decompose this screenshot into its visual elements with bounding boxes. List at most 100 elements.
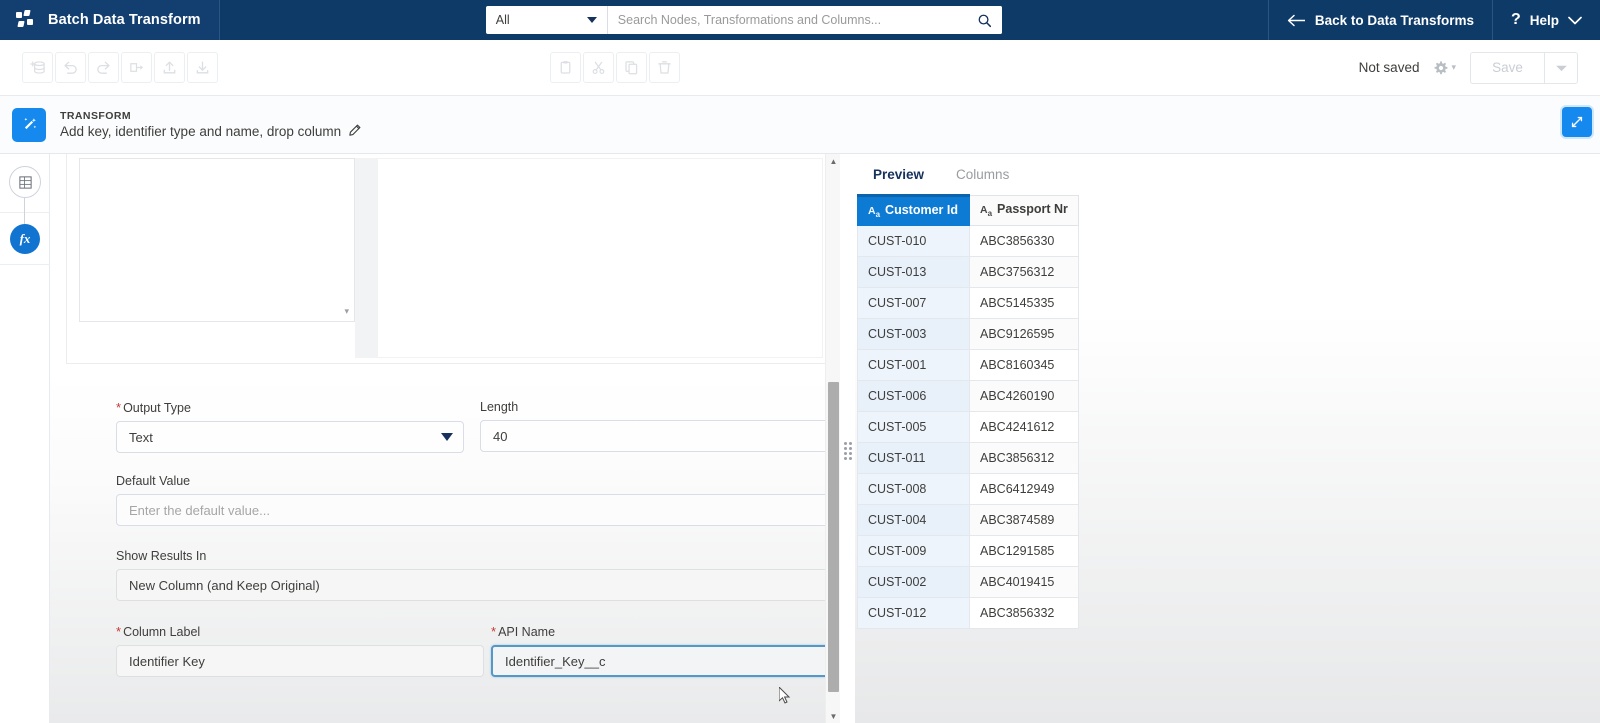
cell-passport-nr: ABC5145335 [969, 287, 1079, 319]
table-row[interactable]: CUST-003 ABC9126595 [857, 318, 1079, 350]
default-value-field: Default Value Enter the default value... [116, 474, 840, 526]
length-input[interactable]: 40 [480, 420, 840, 452]
pencil-icon[interactable] [348, 124, 361, 140]
cell-customer-id: CUST-007 [857, 287, 970, 319]
cell-customer-id: CUST-008 [857, 473, 970, 505]
add-data-source-button[interactable] [22, 52, 53, 83]
output-type-field: * Output Type Text [116, 400, 464, 453]
table-row[interactable]: CUST-001 ABC8160345 [857, 349, 1079, 381]
pane-resize-handle[interactable] [843, 440, 853, 462]
expand-diagonal-icon [1571, 116, 1583, 128]
toolbar-left-group [22, 52, 218, 83]
preview-table-header: Aa Customer Id Aa Passport Nr [857, 194, 1079, 226]
cut-button[interactable] [583, 52, 614, 83]
column-header-customer-id[interactable]: Aa Customer Id [857, 194, 970, 226]
search-input[interactable] [607, 6, 968, 34]
save-status-text: Not saved [1358, 60, 1420, 75]
tab-columns[interactable]: Columns [944, 154, 1021, 194]
table-row[interactable]: CUST-005 ABC4241612 [857, 411, 1079, 443]
output-type-label-text: Output Type [123, 401, 191, 415]
preview-tabs: Preview Columns [855, 154, 1600, 194]
table-row[interactable]: CUST-010 ABC3856330 [857, 225, 1079, 257]
table-row[interactable]: CUST-007 ABC5145335 [857, 287, 1079, 319]
column-label-label: * Column Label [116, 624, 484, 639]
help-menu-button[interactable]: ? Help [1493, 0, 1600, 40]
scrollbar-thumb[interactable] [828, 382, 839, 692]
expand-panel-button[interactable] [1562, 107, 1592, 137]
text-type-icon: Aa [868, 204, 881, 220]
scroll-up-arrow-icon[interactable]: ▲ [826, 154, 840, 168]
show-results-in-select[interactable]: New Column (and Keep Original) [116, 569, 840, 601]
nav-right-group: Back to Data Transforms ? Help [1267, 0, 1600, 40]
app-brand[interactable]: Batch Data Transform [0, 0, 220, 40]
length-value: 40 [493, 428, 508, 444]
cell-passport-nr: ABC3856332 [969, 597, 1079, 629]
tab-preview[interactable]: Preview [861, 154, 936, 194]
trash-icon [658, 61, 671, 74]
question-mark-icon: ? [1510, 11, 1521, 28]
table-row[interactable]: CUST-008 ABC6412949 [857, 473, 1079, 505]
save-button[interactable]: Save [1470, 51, 1544, 84]
default-value-placeholder: Enter the default value... [129, 502, 270, 518]
magic-wand-transform-icon [12, 107, 46, 142]
copy-button[interactable] [616, 52, 647, 83]
scroll-down-arrow-icon[interactable]: ▼ [826, 709, 840, 723]
scissors-icon [592, 61, 605, 74]
global-search: All [485, 6, 1002, 34]
table-row[interactable]: CUST-006 ABC4260190 [857, 380, 1079, 412]
search-icon [978, 14, 992, 27]
table-row[interactable]: CUST-012 ABC3856332 [857, 597, 1079, 629]
cell-customer-id: CUST-001 [857, 349, 970, 381]
cell-customer-id: CUST-011 [857, 442, 970, 474]
settings-menu-button[interactable]: ▾ [1433, 60, 1456, 76]
preview-pane: Preview Columns Aa Customer Id Aa Passport… [855, 154, 1600, 723]
delete-button[interactable] [649, 52, 680, 83]
paste-button[interactable] [550, 52, 581, 83]
search-scope-select[interactable]: All [486, 6, 608, 34]
upload-button[interactable] [154, 52, 185, 83]
table-row[interactable]: CUST-011 ABC3856312 [857, 442, 1079, 474]
column-header-passport-nr[interactable]: Aa Passport Nr [969, 195, 1079, 226]
cell-passport-nr: ABC8160345 [969, 349, 1079, 381]
column-label-input[interactable]: Identifier Key [116, 645, 484, 677]
table-row[interactable]: CUST-002 ABC4019415 [857, 566, 1079, 598]
search-submit-button[interactable] [967, 6, 1002, 34]
cell-passport-nr: ABC4019415 [969, 566, 1079, 598]
preview-table: Aa Customer Id Aa Passport Nr CUST-010 ABC3… [857, 194, 1079, 629]
arrow-left-icon [1287, 14, 1305, 26]
api-name-input[interactable]: Identifier_Key__c [491, 645, 840, 677]
formula-detail-area[interactable] [377, 158, 823, 358]
table-row[interactable]: CUST-004 ABC3874589 [857, 504, 1079, 536]
upload-icon [163, 61, 176, 74]
column-label-label-text: Column Label [123, 625, 201, 639]
transform-form-pane: ▾ * Output Type Text Length 40 Default V… [50, 154, 840, 723]
output-type-label: * Output Type [116, 400, 464, 415]
branch-button[interactable] [121, 52, 152, 83]
cell-customer-id: CUST-009 [857, 535, 970, 567]
length-label-text: Length [480, 400, 519, 414]
back-button-label: Back to Data Transforms [1314, 12, 1474, 28]
output-type-select[interactable]: Text [116, 421, 464, 453]
transform-name: Add key, identifier type and name, drop … [60, 124, 342, 139]
fx-formula-icon[interactable]: fx [10, 224, 40, 254]
cell-customer-id: CUST-010 [857, 225, 970, 257]
gear-icon [1435, 60, 1448, 74]
save-options-button[interactable] [1544, 51, 1578, 84]
data-node-icon[interactable] [9, 166, 41, 198]
table-row[interactable]: CUST-013 ABC3756312 [857, 256, 1079, 288]
required-asterisk: * [491, 624, 497, 639]
default-value-input[interactable]: Enter the default value... [116, 494, 840, 526]
undo-icon [64, 61, 77, 74]
formula-function-list[interactable]: ▾ [79, 158, 355, 322]
table-row[interactable]: CUST-009 ABC1291585 [857, 535, 1079, 567]
back-to-data-transforms-button[interactable]: Back to Data Transforms [1269, 0, 1492, 40]
download-button[interactable] [187, 52, 218, 83]
length-field: Length 40 [480, 400, 840, 452]
add-database-icon [30, 61, 45, 74]
redo-button[interactable] [88, 52, 119, 83]
api-name-label-text: API Name [498, 625, 556, 639]
transform-name-row: Add key, identifier type and name, drop … [60, 124, 361, 140]
scroll-down-arrow-icon[interactable]: ▾ [344, 306, 349, 317]
undo-button[interactable] [55, 52, 86, 83]
form-vertical-scrollbar[interactable]: ▲ ▼ [825, 154, 840, 723]
